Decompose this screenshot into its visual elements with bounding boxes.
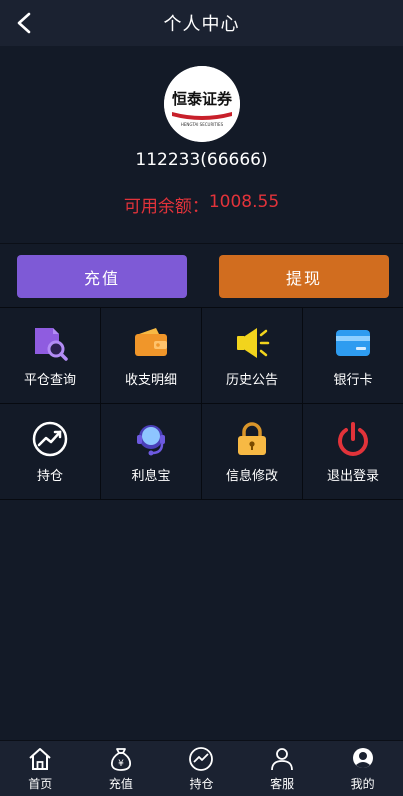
menu-item-logout[interactable]: 退出登录 [303,404,403,499]
balance-label: 可用余额： [123,197,209,217]
page-title: 个人中心 [163,14,240,35]
home-icon [26,745,54,773]
app-header: 个人中心 [0,0,403,46]
tab-mine[interactable]: 我的 [322,741,403,796]
menu-item-positions[interactable]: 持仓 [0,404,101,499]
wallet-icon [131,323,171,363]
money-bag-icon: ¥ [107,745,135,773]
company-logo: 恒泰证券 HENGTAI SECURITIES [163,66,240,142]
search-doc-icon [30,323,70,363]
trend-chart-icon [30,419,70,459]
action-buttons: 充值 提现 [0,244,403,307]
menu-item-transactions[interactable]: 收支明细 [101,308,202,403]
menu-item-label: 历史公告 [225,373,278,388]
tab-label: 客服 [270,777,295,791]
recharge-button[interactable]: 充值 [17,255,187,298]
menu-item-label: 退出登录 [326,469,379,484]
balance-display: 可用余额： 1008.55 [124,192,279,217]
profile-icon [349,745,377,773]
menu-row: 平仓查询 收支明细 历史公告 银行卡 [0,308,403,404]
menu-row: 持仓 利息宝 信息修改 退出登录 [0,404,403,500]
tab-label: 充值 [108,777,133,791]
withdraw-button[interactable]: 提现 [219,255,389,298]
svg-text:恒泰证券: 恒泰证券 [171,90,232,108]
menu-item-bank-card[interactable]: 银行卡 [303,308,403,403]
profile-section: 恒泰证券 HENGTAI SECURITIES 112233(66666) 可用… [0,46,403,244]
chart-circle-icon [187,745,215,773]
tab-label: 持仓 [189,777,214,791]
back-button[interactable] [10,9,38,37]
menu-item-label: 平仓查询 [23,373,76,388]
chevron-left-icon [17,12,31,34]
tab-label: 首页 [28,777,53,791]
bank-card-icon [333,323,373,363]
menu-item-interest-treasure[interactable]: 利息宝 [101,404,202,499]
avatar: 恒泰证券 HENGTAI SECURITIES [163,66,240,142]
tab-positions[interactable]: 持仓 [161,741,242,796]
svg-text:HENGTAI SECURITIES: HENGTAI SECURITIES [180,122,223,127]
menu-item-close-position-query[interactable]: 平仓查询 [0,308,101,403]
tab-recharge[interactable]: ¥ 充值 [81,741,162,796]
user-icon [268,745,296,773]
lock-icon [232,419,272,459]
menu-item-label: 信息修改 [225,469,278,484]
menu-item-announcements[interactable]: 历史公告 [202,308,303,403]
svg-text:¥: ¥ [118,759,124,769]
headset-icon [131,419,171,459]
user-id: 112233(66666) [135,150,268,170]
megaphone-icon [232,323,272,363]
tab-customer-service[interactable]: 客服 [242,741,323,796]
tab-home[interactable]: 首页 [0,741,81,796]
menu-item-label: 持仓 [36,469,63,484]
tab-label: 我的 [350,777,375,791]
power-icon [333,419,373,459]
menu-grid: 平仓查询 收支明细 历史公告 银行卡 持仓 利息宝 信息修改 退出登录 [0,307,403,500]
menu-item-label: 银行卡 [333,373,373,388]
menu-item-edit-info[interactable]: 信息修改 [202,404,303,499]
balance-value: 1008.55 [208,192,280,212]
bottom-tab-bar: 首页 ¥ 充值 持仓 客服 我的 [0,740,403,796]
menu-item-label: 利息宝 [131,469,171,484]
menu-item-label: 收支明细 [124,373,177,388]
